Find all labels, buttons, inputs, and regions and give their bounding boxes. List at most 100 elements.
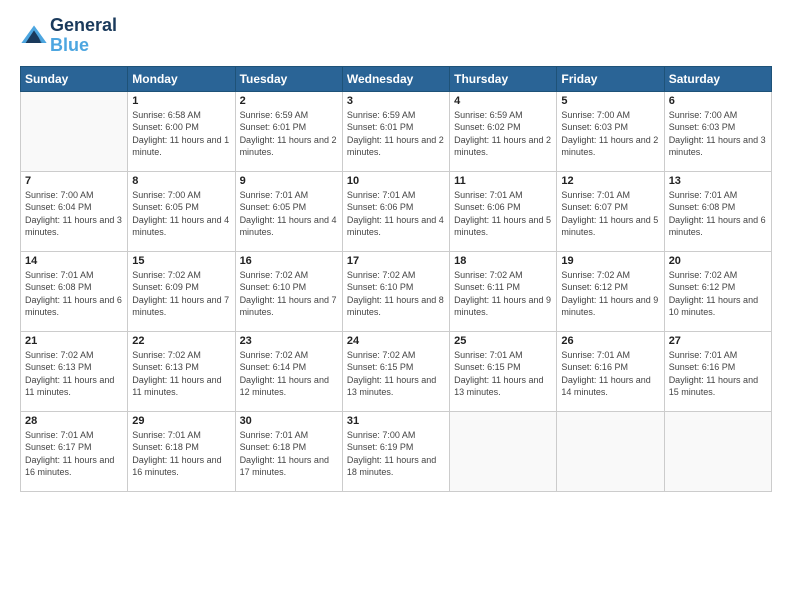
day-info: Sunrise: 7:02 AMSunset: 6:11 PMDaylight:… (454, 269, 552, 319)
day-info: Sunrise: 7:01 AMSunset: 6:18 PMDaylight:… (240, 429, 338, 479)
calendar-cell (557, 411, 664, 491)
day-info: Sunrise: 7:02 AMSunset: 6:10 PMDaylight:… (347, 269, 445, 319)
day-number: 28 (25, 415, 123, 427)
calendar: SundayMondayTuesdayWednesdayThursdayFrid… (20, 66, 772, 492)
day-info: Sunrise: 7:02 AMSunset: 6:14 PMDaylight:… (240, 349, 338, 399)
calendar-cell: 18 Sunrise: 7:02 AMSunset: 6:11 PMDayligh… (450, 251, 557, 331)
weekday-header: Monday (128, 66, 235, 91)
calendar-header-row: SundayMondayTuesdayWednesdayThursdayFrid… (21, 66, 772, 91)
calendar-cell: 6 Sunrise: 7:00 AMSunset: 6:03 PMDaylight… (664, 91, 771, 171)
day-info: Sunrise: 7:00 AMSunset: 6:05 PMDaylight:… (132, 189, 230, 239)
day-number: 18 (454, 255, 552, 267)
calendar-cell: 7Sunrise: 7:00 AMSunset: 6:04 PMDaylight… (21, 171, 128, 251)
day-number: 10 (347, 175, 445, 187)
day-number: 3 (347, 95, 445, 107)
calendar-cell: 15 Sunrise: 7:02 AMSunset: 6:09 PMDayligh… (128, 251, 235, 331)
logo-icon (20, 22, 48, 50)
day-number: 22 (132, 335, 230, 347)
day-number: 24 (347, 335, 445, 347)
calendar-cell: 24 Sunrise: 7:02 AMSunset: 6:15 PMDayligh… (342, 331, 449, 411)
day-number: 8 (132, 175, 230, 187)
day-number: 4 (454, 95, 552, 107)
day-number: 14 (25, 255, 123, 267)
day-info: Sunrise: 6:59 AMSunset: 6:01 PMDaylight:… (347, 109, 445, 159)
day-info: Sunrise: 7:01 AMSunset: 6:08 PMDaylight:… (669, 189, 767, 239)
calendar-cell: 23Sunrise: 7:02 AMSunset: 6:14 PMDayligh… (235, 331, 342, 411)
weekday-header: Tuesday (235, 66, 342, 91)
day-number: 31 (347, 415, 445, 427)
calendar-cell: 14 Sunrise: 7:01 AMSunset: 6:08 PMDayligh… (21, 251, 128, 331)
day-info: Sunrise: 7:02 AMSunset: 6:12 PMDaylight:… (561, 269, 659, 319)
day-info: Sunrise: 7:02 AMSunset: 6:10 PMDaylight:… (240, 269, 338, 319)
day-number: 26 (561, 335, 659, 347)
day-number: 5 (561, 95, 659, 107)
day-number: 30 (240, 415, 338, 427)
day-number: 2 (240, 95, 338, 107)
calendar-cell: 10 Sunrise: 7:01 AMSunset: 6:06 PMDayligh… (342, 171, 449, 251)
calendar-cell: 12Sunrise: 7:01 AMSunset: 6:07 PMDayligh… (557, 171, 664, 251)
day-number: 9 (240, 175, 338, 187)
calendar-cell (450, 411, 557, 491)
calendar-cell: 16Sunrise: 7:02 AMSunset: 6:10 PMDayligh… (235, 251, 342, 331)
calendar-cell: 31 Sunrise: 7:00 AMSunset: 6:19 PMDayligh… (342, 411, 449, 491)
weekday-header: Thursday (450, 66, 557, 91)
calendar-cell: 25Sunrise: 7:01 AMSunset: 6:15 PMDayligh… (450, 331, 557, 411)
calendar-cell: 26 Sunrise: 7:01 AMSunset: 6:16 PMDayligh… (557, 331, 664, 411)
day-info: Sunrise: 7:02 AMSunset: 6:09 PMDaylight:… (132, 269, 230, 319)
weekday-header: Sunday (21, 66, 128, 91)
calendar-cell: 11Sunrise: 7:01 AMSunset: 6:06 PMDayligh… (450, 171, 557, 251)
page: General Blue SundayMondayTuesdayWednesda… (0, 0, 792, 612)
calendar-week-row: 14 Sunrise: 7:01 AMSunset: 6:08 PMDayligh… (21, 251, 772, 331)
day-info: Sunrise: 7:00 AMSunset: 6:19 PMDaylight:… (347, 429, 445, 479)
day-number: 6 (669, 95, 767, 107)
calendar-cell: 20Sunrise: 7:02 AMSunset: 6:12 PMDayligh… (664, 251, 771, 331)
day-number: 27 (669, 335, 767, 347)
calendar-cell: 27Sunrise: 7:01 AMSunset: 6:16 PMDayligh… (664, 331, 771, 411)
day-number: 17 (347, 255, 445, 267)
day-info: Sunrise: 7:02 AMSunset: 6:12 PMDaylight:… (669, 269, 767, 319)
calendar-cell: 29Sunrise: 7:01 AMSunset: 6:18 PMDayligh… (128, 411, 235, 491)
day-number: 25 (454, 335, 552, 347)
day-number: 1 (132, 95, 230, 107)
day-info: Sunrise: 6:59 AMSunset: 6:02 PMDaylight:… (454, 109, 552, 159)
calendar-week-row: 21 Sunrise: 7:02 AMSunset: 6:13 PMDayligh… (21, 331, 772, 411)
day-number: 12 (561, 175, 659, 187)
calendar-cell: 21Sunrise: 7:02 AMSunset: 6:13 PMDayligh… (21, 331, 128, 411)
calendar-cell: 17 Sunrise: 7:02 AMSunset: 6:10 PMDayligh… (342, 251, 449, 331)
calendar-cell: 4 Sunrise: 6:59 AMSunset: 6:02 PMDaylight… (450, 91, 557, 171)
calendar-cell: 22 Sunrise: 7:02 AMSunset: 6:13 PMDayligh… (128, 331, 235, 411)
calendar-cell: 1 Sunrise: 6:58 AMSunset: 6:00 PMDaylight… (128, 91, 235, 171)
day-info: Sunrise: 7:01 AMSunset: 6:17 PMDaylight:… (25, 429, 123, 479)
calendar-cell: 3 Sunrise: 6:59 AMSunset: 6:01 PMDaylight… (342, 91, 449, 171)
day-info: Sunrise: 6:59 AMSunset: 6:01 PMDaylight:… (240, 109, 338, 159)
day-number: 15 (132, 255, 230, 267)
logo-text: General Blue (50, 16, 117, 56)
day-number: 21 (25, 335, 123, 347)
calendar-cell: 8 Sunrise: 7:00 AMSunset: 6:05 PMDaylight… (128, 171, 235, 251)
calendar-cell: 5 Sunrise: 7:00 AMSunset: 6:03 PMDaylight… (557, 91, 664, 171)
calendar-cell: 13 Sunrise: 7:01 AMSunset: 6:08 PMDayligh… (664, 171, 771, 251)
calendar-cell: 2 Sunrise: 6:59 AMSunset: 6:01 PMDaylight… (235, 91, 342, 171)
calendar-cell: 9 Sunrise: 7:01 AMSunset: 6:05 PMDaylight… (235, 171, 342, 251)
calendar-cell: 30 Sunrise: 7:01 AMSunset: 6:18 PMDayligh… (235, 411, 342, 491)
logo-line1: General (50, 16, 117, 36)
day-info: Sunrise: 7:01 AMSunset: 6:06 PMDaylight:… (347, 189, 445, 239)
day-info: Sunrise: 7:01 AMSunset: 6:08 PMDaylight:… (25, 269, 123, 319)
day-info: Sunrise: 7:01 AMSunset: 6:05 PMDaylight:… (240, 189, 338, 239)
header: General Blue (20, 16, 772, 56)
day-info: Sunrise: 7:02 AMSunset: 6:13 PMDaylight:… (132, 349, 230, 399)
day-info: Sunrise: 7:00 AMSunset: 6:03 PMDaylight:… (669, 109, 767, 159)
day-number: 19 (561, 255, 659, 267)
day-info: Sunrise: 7:00 AMSunset: 6:03 PMDaylight:… (561, 109, 659, 159)
day-info: Sunrise: 7:01 AMSunset: 6:16 PMDaylight:… (561, 349, 659, 399)
day-info: Sunrise: 6:58 AMSunset: 6:00 PMDaylight:… (132, 109, 230, 159)
day-info: Sunrise: 7:01 AMSunset: 6:06 PMDaylight:… (454, 189, 552, 239)
calendar-cell: 28 Sunrise: 7:01 AMSunset: 6:17 PMDayligh… (21, 411, 128, 491)
calendar-week-row: 1 Sunrise: 6:58 AMSunset: 6:00 PMDaylight… (21, 91, 772, 171)
logo-line2: Blue (50, 35, 89, 55)
day-number: 13 (669, 175, 767, 187)
day-info: Sunrise: 7:02 AMSunset: 6:15 PMDaylight:… (347, 349, 445, 399)
day-info: Sunrise: 7:01 AMSunset: 6:18 PMDaylight:… (132, 429, 230, 479)
calendar-week-row: 7Sunrise: 7:00 AMSunset: 6:04 PMDaylight… (21, 171, 772, 251)
day-info: Sunrise: 7:00 AMSunset: 6:04 PMDaylight:… (25, 189, 123, 239)
